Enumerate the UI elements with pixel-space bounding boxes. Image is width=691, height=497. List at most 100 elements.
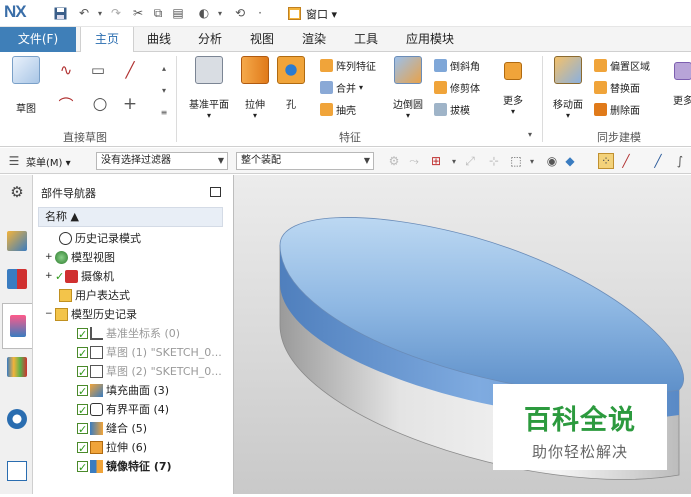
checkbox[interactable] <box>77 344 88 363</box>
checkbox[interactable] <box>77 458 88 477</box>
checkbox[interactable] <box>77 420 88 439</box>
reuse-library-icon[interactable] <box>7 357 27 377</box>
tree-item-mirror-feature[interactable]: 镜像特征 (7) <box>77 457 172 477</box>
tree-item-model-views[interactable]: + 模型视图 <box>45 248 115 267</box>
assembly-navigator-icon[interactable] <box>7 231 27 251</box>
sketch-button[interactable]: 草图 <box>6 56 46 115</box>
tree-item-bounded-plane[interactable]: 有界平面 (4) <box>77 400 169 420</box>
tab-file[interactable]: 文件(F) <box>0 27 76 52</box>
tree-item-sketch-2[interactable]: 草图 (2) "SKETCH_0... <box>77 362 222 382</box>
selection-mode-dropdown-icon[interactable]: ▾ <box>446 153 462 169</box>
redo-icon[interactable]: ↷ <box>108 5 124 21</box>
snap-midpoint-icon[interactable]: ╱ <box>650 153 666 169</box>
trim-body-button[interactable]: 修剪体 <box>434 80 480 95</box>
checkbox[interactable] <box>77 363 88 382</box>
edge-blend-button[interactable]: 边倒圆 ▾ <box>388 56 428 120</box>
menu-button[interactable]: 菜单(M) ▾ <box>26 154 71 169</box>
shell-button[interactable]: 抽壳 <box>320 102 356 117</box>
more-feature-icon <box>504 62 522 80</box>
tree-item-sketch-1[interactable]: 草图 (1) "SKETCH_0... <box>77 343 222 363</box>
tree-item-camera[interactable]: + ✓ 摄像机 <box>45 267 114 286</box>
collapse-icon[interactable]: − <box>45 305 55 324</box>
datum-plane-button[interactable]: 基准平面 ▾ <box>184 56 234 120</box>
rectangle-icon[interactable]: ▭ <box>90 61 106 79</box>
constraint-navigator-icon[interactable] <box>7 269 27 289</box>
tab-view[interactable]: 视图 <box>238 27 286 52</box>
selection-filter-select[interactable]: 没有选择过滤器 ▼ <box>96 152 228 170</box>
selection-mode-icon[interactable]: ⊞ <box>428 153 444 169</box>
tab-home[interactable]: 主页 <box>80 27 134 53</box>
expand-icon[interactable]: + <box>45 267 55 286</box>
tree-item-extrude[interactable]: 拉伸 (6) <box>77 438 147 458</box>
feature-group-dropdown-icon[interactable]: ▾ <box>522 126 538 142</box>
tree-item-sew[interactable]: 缝合 (5) <box>77 419 147 439</box>
select-curve-icon[interactable]: ⤳ <box>406 153 422 169</box>
extrude-button[interactable]: 拉伸 ▾ <box>238 56 272 120</box>
copy-icon[interactable]: ⧉ <box>150 5 166 21</box>
select-body-icon[interactable]: ◉ <box>544 153 560 169</box>
repeat-command-icon[interactable]: ⟲ <box>232 5 248 21</box>
touch-dropdown-icon[interactable]: ▾ <box>212 5 228 21</box>
select-feature-icon[interactable]: ⚙ <box>386 153 402 169</box>
snap-endpoint-icon[interactable]: ╱ <box>618 153 634 169</box>
checkbox[interactable] <box>77 401 88 420</box>
part-navigator-tab[interactable] <box>2 303 32 349</box>
point-icon[interactable]: + <box>122 94 138 114</box>
profile-icon[interactable]: ∿ <box>58 61 74 79</box>
undo-dropdown-icon[interactable]: ▾ <box>92 5 108 21</box>
tab-analysis[interactable]: 分析 <box>186 27 234 52</box>
checkbox[interactable] <box>77 439 88 458</box>
cut-icon[interactable]: ✂ <box>130 5 146 21</box>
web-browser-icon[interactable] <box>7 409 27 429</box>
circle-icon[interactable]: ○ <box>92 94 108 114</box>
pattern-feature-button[interactable]: 阵列特征 <box>320 58 376 73</box>
column-header-name[interactable]: 名称 ▲ <box>38 207 223 227</box>
window-icon[interactable] <box>286 5 302 21</box>
checkbox[interactable] <box>77 325 88 344</box>
delete-face-button[interactable]: 删除面 <box>594 102 640 117</box>
chamfer-button[interactable]: 倒斜角 <box>434 58 480 73</box>
sketch-gallery-icon[interactable]: ≡ <box>156 104 172 120</box>
tree-item-fill-surface[interactable]: 填充曲面 (3) <box>77 381 169 401</box>
maximize-icon[interactable] <box>210 187 221 197</box>
tree-item-datum-csys[interactable]: 基准坐标系 (0) <box>77 324 180 344</box>
assembly-scope-select[interactable]: 整个装配 ▼ <box>236 152 374 170</box>
sketch-scroll-up-icon[interactable]: ▴ <box>156 60 172 76</box>
replace-face-button[interactable]: 替换面 <box>594 80 640 95</box>
history-icon[interactable] <box>7 461 27 481</box>
save-icon[interactable] <box>52 5 68 21</box>
box-select-dropdown-icon[interactable]: ▾ <box>524 153 540 169</box>
gear-icon[interactable]: ⚙ <box>7 183 27 203</box>
select-face-icon[interactable]: ◆ <box>562 153 578 169</box>
touch-mode-icon[interactable]: ◐ <box>196 5 212 21</box>
sketch-scroll-down-icon[interactable]: ▾ <box>156 82 172 98</box>
unite-button[interactable]: 合并 ▾ <box>320 80 363 95</box>
snap-curve-icon[interactable]: ∫ <box>672 153 688 169</box>
repeat-dropdown-icon[interactable]: · <box>252 5 268 21</box>
undo-icon[interactable]: ↶ <box>76 5 92 21</box>
box-select-icon[interactable]: ⬚ <box>508 153 524 169</box>
more-sync-button[interactable]: 更多 <box>668 56 691 107</box>
move-face-button[interactable]: 移动面 ▾ <box>548 56 588 120</box>
hole-button[interactable]: 孔 <box>276 56 306 111</box>
snap-icon[interactable]: ⤢ <box>462 153 478 169</box>
checkbox[interactable] <box>77 382 88 401</box>
window-menu[interactable]: 窗口 ▾ <box>306 6 337 22</box>
expand-icon[interactable]: + <box>45 248 55 267</box>
tree-item-history-mode[interactable]: 历史记录模式 <box>59 229 141 248</box>
draft-button[interactable]: 拔模 <box>434 102 470 117</box>
tab-tools[interactable]: 工具 <box>342 27 390 52</box>
more-feature-button[interactable]: 更多 ▾ <box>498 56 528 116</box>
move-face-icon <box>554 56 582 84</box>
tree-item-model-history[interactable]: − 模型历史记录 <box>45 305 137 324</box>
tab-render[interactable]: 渲染 <box>290 27 338 52</box>
select-all-icon[interactable]: ⊹ <box>486 153 502 169</box>
line-icon[interactable]: ╱ <box>122 61 138 79</box>
tab-curve[interactable]: 曲线 <box>136 27 182 52</box>
paste-icon[interactable]: ▤ <box>170 5 186 21</box>
arc-icon[interactable]: ⌒ <box>58 96 74 114</box>
offset-region-button[interactable]: 偏置区域 <box>594 58 650 73</box>
tab-application[interactable]: 应用模块 <box>394 27 466 52</box>
tree-item-user-expressions[interactable]: 用户表达式 <box>59 286 130 305</box>
snap-point-icon[interactable]: ⁘ <box>598 153 614 169</box>
